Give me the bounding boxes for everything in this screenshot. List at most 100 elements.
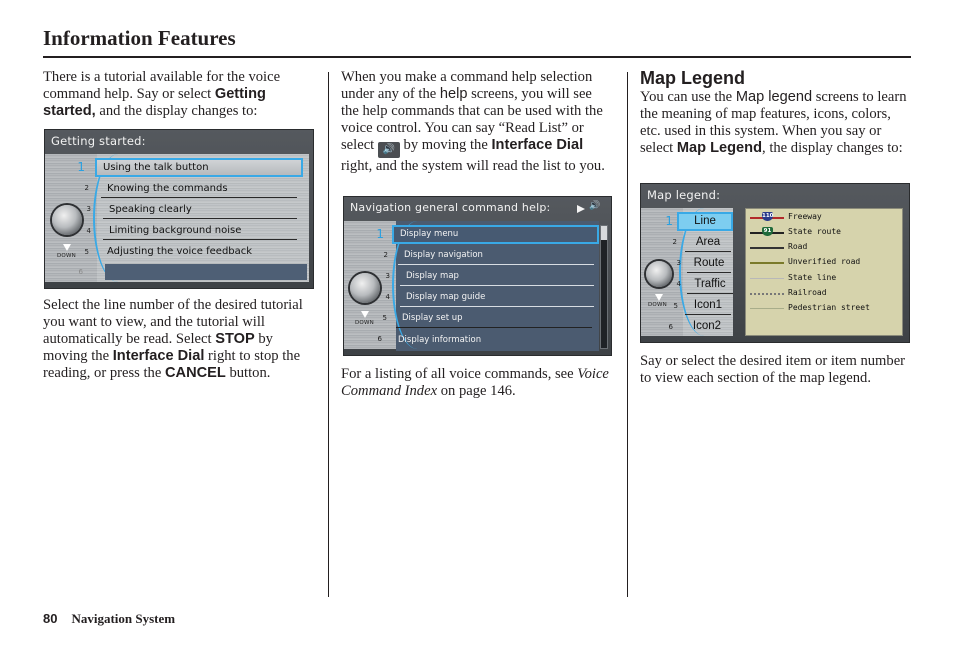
page-number: 80 bbox=[43, 611, 58, 626]
road-line bbox=[750, 247, 784, 249]
bold-term: CANCEL bbox=[164, 365, 226, 381]
down-label: DOWN bbox=[57, 253, 76, 259]
row-number: 5 bbox=[382, 314, 387, 322]
down-arrow-icon bbox=[63, 244, 71, 251]
row-number: 1 bbox=[665, 214, 673, 228]
bold-term: Interface Dial bbox=[112, 348, 205, 364]
row-number: 1 bbox=[376, 227, 384, 241]
railroad-line bbox=[750, 293, 784, 295]
bold-term: STOP bbox=[215, 331, 255, 347]
down-arrow-icon bbox=[655, 294, 663, 301]
page-title: Information Features bbox=[43, 26, 236, 50]
speaker-icon[interactable]: 🔊 bbox=[589, 201, 600, 211]
footer-section: Navigation System bbox=[71, 611, 176, 626]
list-item[interactable]: Display navigation bbox=[398, 246, 594, 265]
bold-term: Interface Dial bbox=[491, 137, 584, 153]
list-item[interactable]: Using the talk button bbox=[95, 158, 303, 177]
list-item[interactable]: Adjusting the voice feedback bbox=[101, 242, 297, 261]
state-route-shield-icon: 91 bbox=[762, 227, 773, 236]
column-divider bbox=[328, 72, 329, 597]
title-rule bbox=[43, 56, 911, 58]
text: and the display changes to: bbox=[95, 103, 258, 119]
down-label: DOWN bbox=[648, 302, 667, 308]
interface-dial-icon bbox=[350, 273, 380, 303]
map-legend-instructions: Say or select the desired item or item n… bbox=[640, 353, 912, 387]
down-arrow-icon bbox=[361, 311, 369, 318]
row-number: 5 bbox=[84, 248, 89, 256]
pedestrian-street-line bbox=[750, 308, 784, 309]
legend-label: State route bbox=[788, 227, 841, 236]
text: You can use the bbox=[640, 89, 736, 105]
row-number: 1 bbox=[77, 160, 85, 174]
map-legend-intro: You can use the Map legend screens to le… bbox=[640, 89, 912, 157]
legend-tab-route[interactable]: Route bbox=[687, 254, 731, 273]
text: , the display changes to: bbox=[762, 140, 903, 156]
legend-label: Unverified road bbox=[788, 257, 861, 266]
unverified-road-line bbox=[750, 262, 784, 264]
interstate-shield-icon: 110 bbox=[762, 212, 774, 221]
row-number: 4 bbox=[676, 280, 681, 288]
empty-row bbox=[105, 264, 307, 280]
getting-started-screen: Getting started: DOWN 1 2 3 4 5 6 Using … bbox=[44, 129, 314, 289]
legend-tab-traffic[interactable]: Traffic bbox=[687, 275, 733, 294]
list-item[interactable]: Display map bbox=[400, 267, 594, 286]
voice-index-note: For a listing of all voice commands, see… bbox=[341, 366, 613, 400]
list-item[interactable]: Knowing the commands bbox=[101, 179, 297, 198]
list-item[interactable]: Display map guide bbox=[400, 288, 594, 307]
section-heading: Map Legend bbox=[640, 68, 746, 88]
column-3: Map Legend You can use the Map legend sc… bbox=[640, 68, 912, 157]
row-number: 6 bbox=[78, 268, 83, 276]
row-number: 6 bbox=[377, 335, 382, 343]
scrollbar[interactable] bbox=[600, 225, 608, 349]
list-item[interactable]: Display set up bbox=[396, 309, 592, 328]
footnote: For a listing of all voice commands, see… bbox=[341, 366, 613, 400]
row-number: 2 bbox=[383, 251, 388, 259]
text: right, and the system will read the list… bbox=[341, 158, 605, 174]
interface-dial-icon bbox=[52, 205, 82, 235]
play-icon[interactable] bbox=[577, 205, 585, 213]
legend-label: Pedestrian street bbox=[788, 303, 870, 312]
column-2: When you make a command help selection u… bbox=[341, 69, 613, 175]
row-number: 3 bbox=[86, 205, 91, 213]
tutorial-instructions: Select the line number of the desired tu… bbox=[43, 297, 315, 382]
bold-term: Map Legend bbox=[676, 140, 763, 156]
help-intro: When you make a command help selection u… bbox=[341, 69, 613, 175]
row-number: 2 bbox=[672, 238, 677, 246]
row-number: 4 bbox=[86, 227, 91, 235]
legend-label: Railroad bbox=[788, 288, 827, 297]
legend-label: Road bbox=[788, 242, 808, 251]
tutorial-body: Select the line number of the desired tu… bbox=[43, 297, 315, 382]
list-item[interactable]: Speaking clearly bbox=[103, 200, 297, 219]
map-legend-screen: Map legend: DOWN 1 2 3 4 5 6 Line Area R… bbox=[640, 183, 910, 343]
row-number: 3 bbox=[676, 259, 681, 267]
column-divider bbox=[627, 72, 628, 597]
row-number: 5 bbox=[673, 302, 678, 310]
row-number: 2 bbox=[84, 184, 89, 192]
page-footer: 80 Navigation System bbox=[43, 611, 175, 627]
screen-title: Getting started: bbox=[51, 134, 146, 148]
speaker-icon: 🔊 bbox=[377, 142, 400, 158]
ui-term: Map legend bbox=[735, 89, 813, 105]
legend-tab-icon1[interactable]: Icon1 bbox=[685, 296, 731, 315]
interface-dial-icon bbox=[646, 261, 672, 287]
screen-title: Navigation general command help: bbox=[350, 201, 551, 214]
list-item[interactable]: Display information bbox=[392, 331, 592, 350]
legend-tab-icon2[interactable]: Icon2 bbox=[683, 317, 731, 336]
legend-tab-area[interactable]: Area bbox=[685, 233, 731, 252]
list-item[interactable]: Display menu bbox=[392, 225, 599, 244]
command-help-screen: Navigation general command help: 🔊 DOWN … bbox=[343, 196, 612, 356]
scroll-thumb[interactable] bbox=[601, 226, 607, 240]
down-label: DOWN bbox=[355, 320, 374, 326]
screen-title: Map legend: bbox=[647, 188, 721, 202]
text: on page 146. bbox=[437, 383, 516, 399]
legend-label: State line bbox=[788, 273, 837, 282]
row-number: 3 bbox=[385, 272, 390, 280]
ui-term: help bbox=[439, 86, 468, 102]
list-item[interactable]: Limiting background noise bbox=[103, 221, 297, 240]
legend-box: 110 Freeway 91 State route Road Unverifi… bbox=[745, 208, 903, 336]
map-legend-body: Say or select the desired item or item n… bbox=[640, 353, 906, 386]
column-1: There is a tutorial available for the vo… bbox=[43, 69, 315, 120]
legend-tab-line[interactable]: Line bbox=[677, 212, 733, 231]
row-number: 4 bbox=[385, 293, 390, 301]
text: For a listing of all voice commands, see bbox=[341, 366, 578, 382]
